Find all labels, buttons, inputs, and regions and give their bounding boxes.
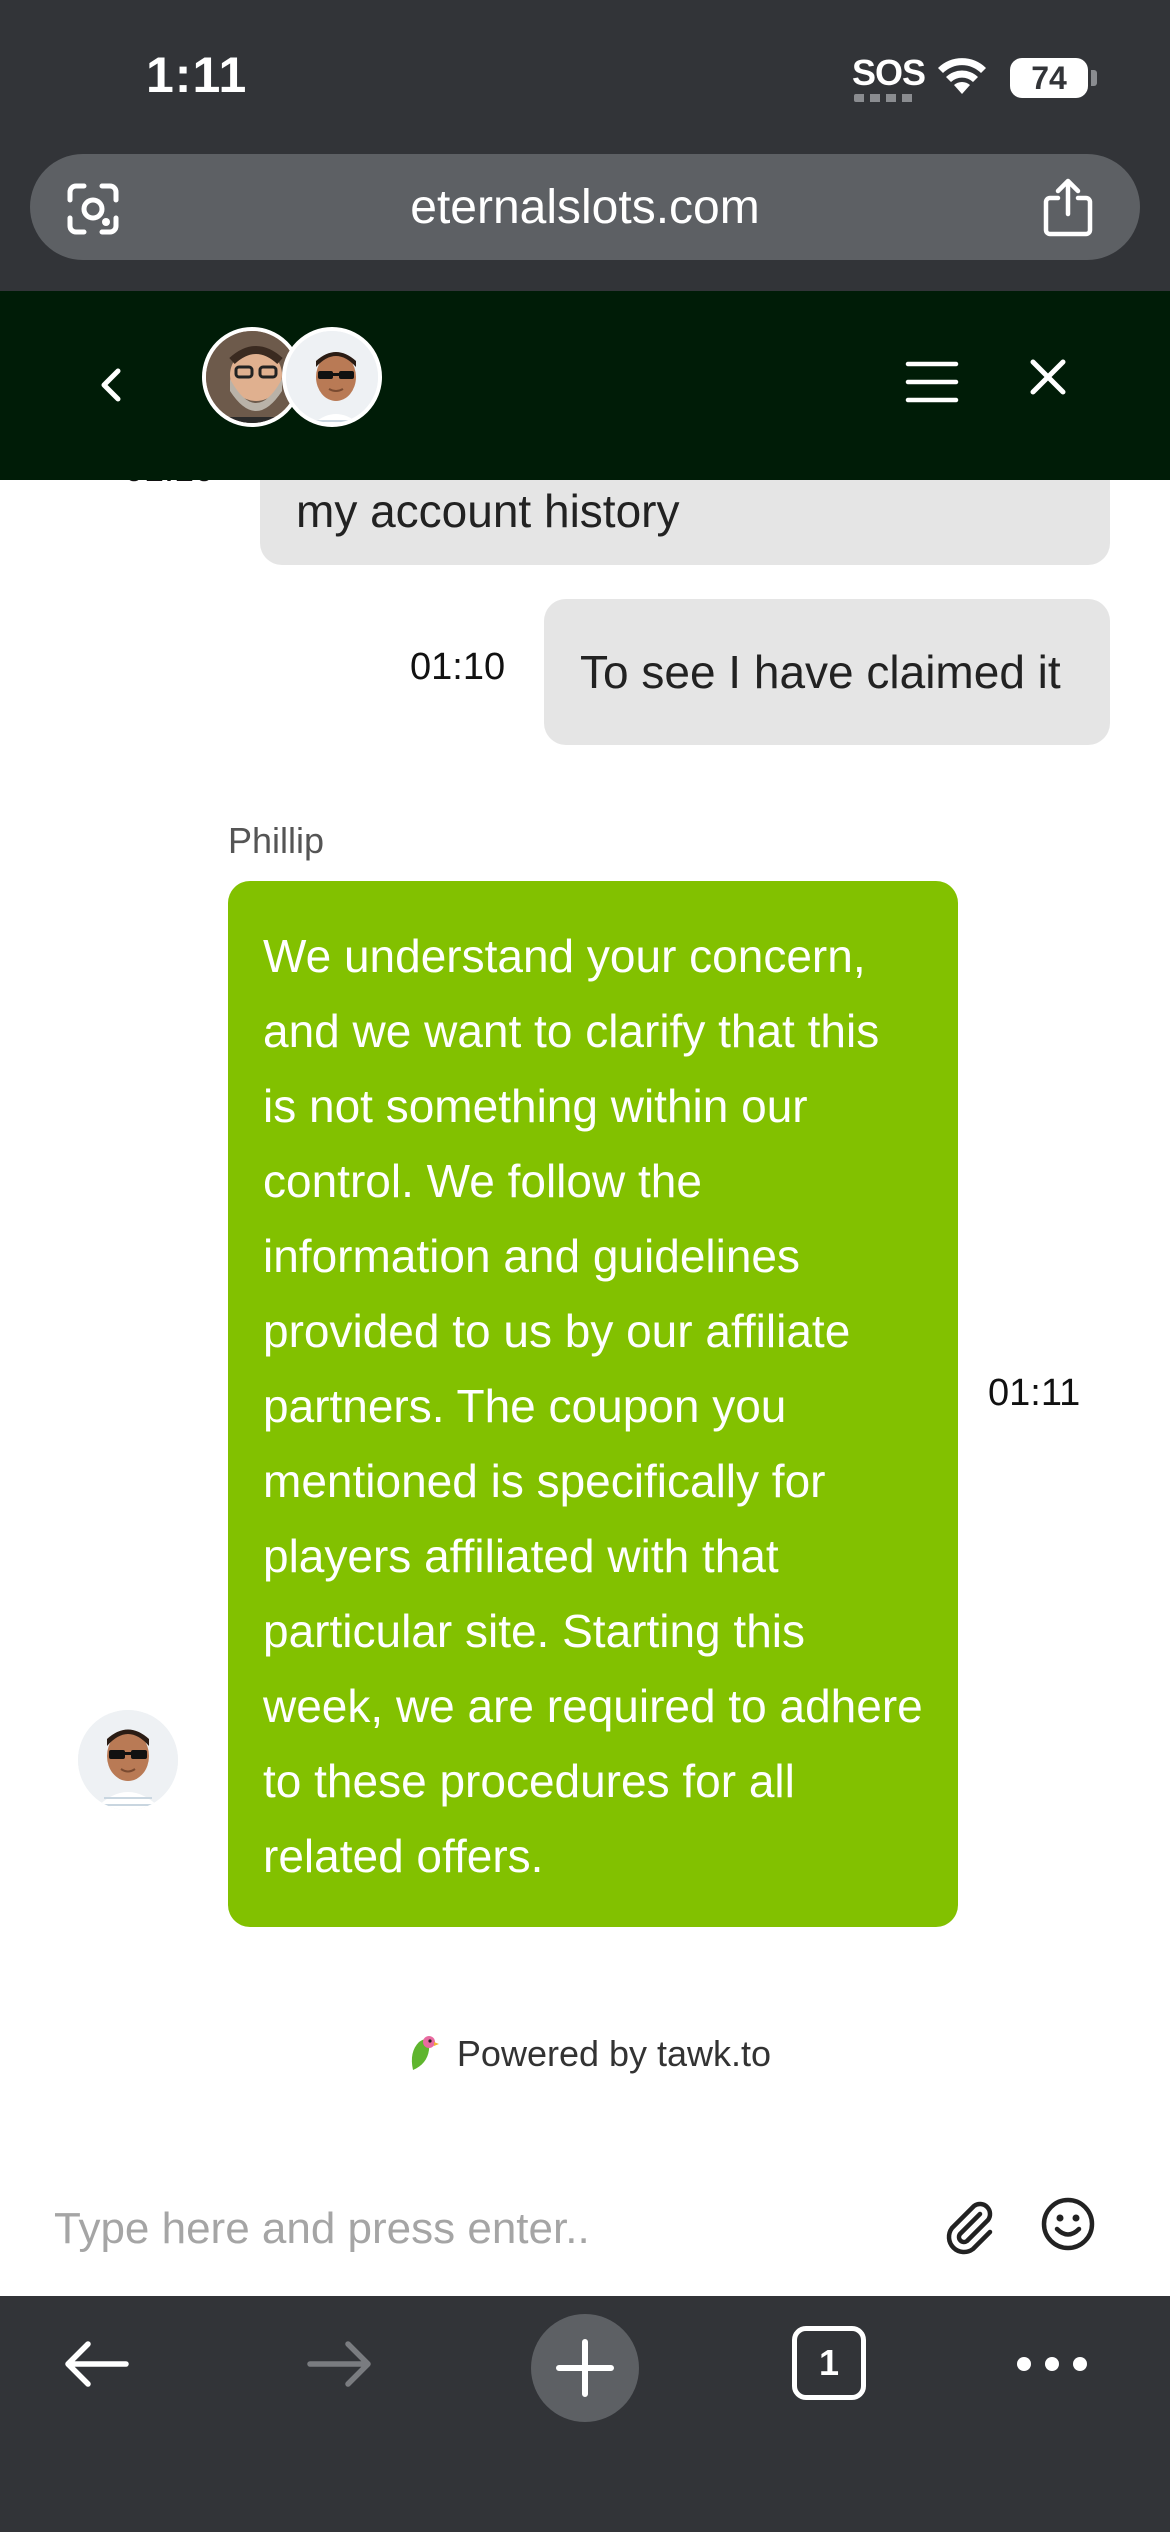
- browser-bottom-bar: 1: [0, 2296, 1170, 2532]
- agent-message-bubble: We understand your concern, and we want …: [228, 881, 958, 1927]
- paperclip-icon[interactable]: [940, 2196, 1000, 2256]
- tawk-parrot-icon: [411, 2036, 439, 2070]
- message-timestamp: 01:11: [988, 1372, 1081, 1414]
- sos-indicator: SOS: [852, 52, 926, 93]
- chat-header: [0, 291, 1170, 480]
- visitor-message-bubble: To see I have claimed it: [544, 599, 1110, 745]
- message-list[interactable]: 01:10 my account history 01:10 To see I …: [0, 480, 1170, 2160]
- plus-icon: [556, 2339, 614, 2397]
- browser-top-chrome: 1:11 SOS 74 eternalslots.com: [0, 0, 1170, 291]
- agent-avatar-sunglasses: [282, 327, 382, 427]
- sunglasses-man-avatar-icon: [78, 1710, 178, 1810]
- more-options-icon[interactable]: [1014, 2352, 1090, 2376]
- status-time: 1:11: [146, 47, 248, 103]
- emoji-icon[interactable]: [1040, 2196, 1096, 2252]
- agent-name: Phillip: [228, 820, 325, 861]
- powered-by-text[interactable]: Powered by tawk.to: [457, 2033, 771, 2074]
- message-composer: [0, 2160, 1170, 2296]
- url-text[interactable]: eternalslots.com: [30, 180, 1140, 235]
- agent-avatar: [78, 1710, 178, 1810]
- new-tab-button[interactable]: [531, 2314, 639, 2422]
- arrow-right-icon[interactable]: [304, 2334, 376, 2394]
- wifi-icon: [938, 58, 986, 94]
- visitor-message-bubble: my account history: [260, 480, 1110, 565]
- battery-nub: [1091, 70, 1097, 86]
- message-timestamp: 01:10: [124, 480, 214, 490]
- sunglasses-man-avatar-icon: [286, 331, 378, 423]
- message-input[interactable]: [54, 2194, 914, 2264]
- tab-switcher-button[interactable]: 1: [792, 2326, 866, 2400]
- arrow-left-icon[interactable]: [60, 2334, 132, 2394]
- powered-by-footer[interactable]: Powered by tawk.to: [0, 2030, 1170, 2075]
- chevron-left-icon[interactable]: [92, 355, 132, 415]
- message-timestamp: 01:10: [410, 646, 506, 688]
- signal-dots-icon: [854, 94, 914, 102]
- battery-indicator: 74: [1010, 58, 1088, 98]
- close-icon[interactable]: [1028, 357, 1068, 397]
- address-bar[interactable]: eternalslots.com: [30, 154, 1140, 260]
- share-icon[interactable]: [1040, 176, 1096, 238]
- hamburger-menu-icon[interactable]: [904, 359, 960, 405]
